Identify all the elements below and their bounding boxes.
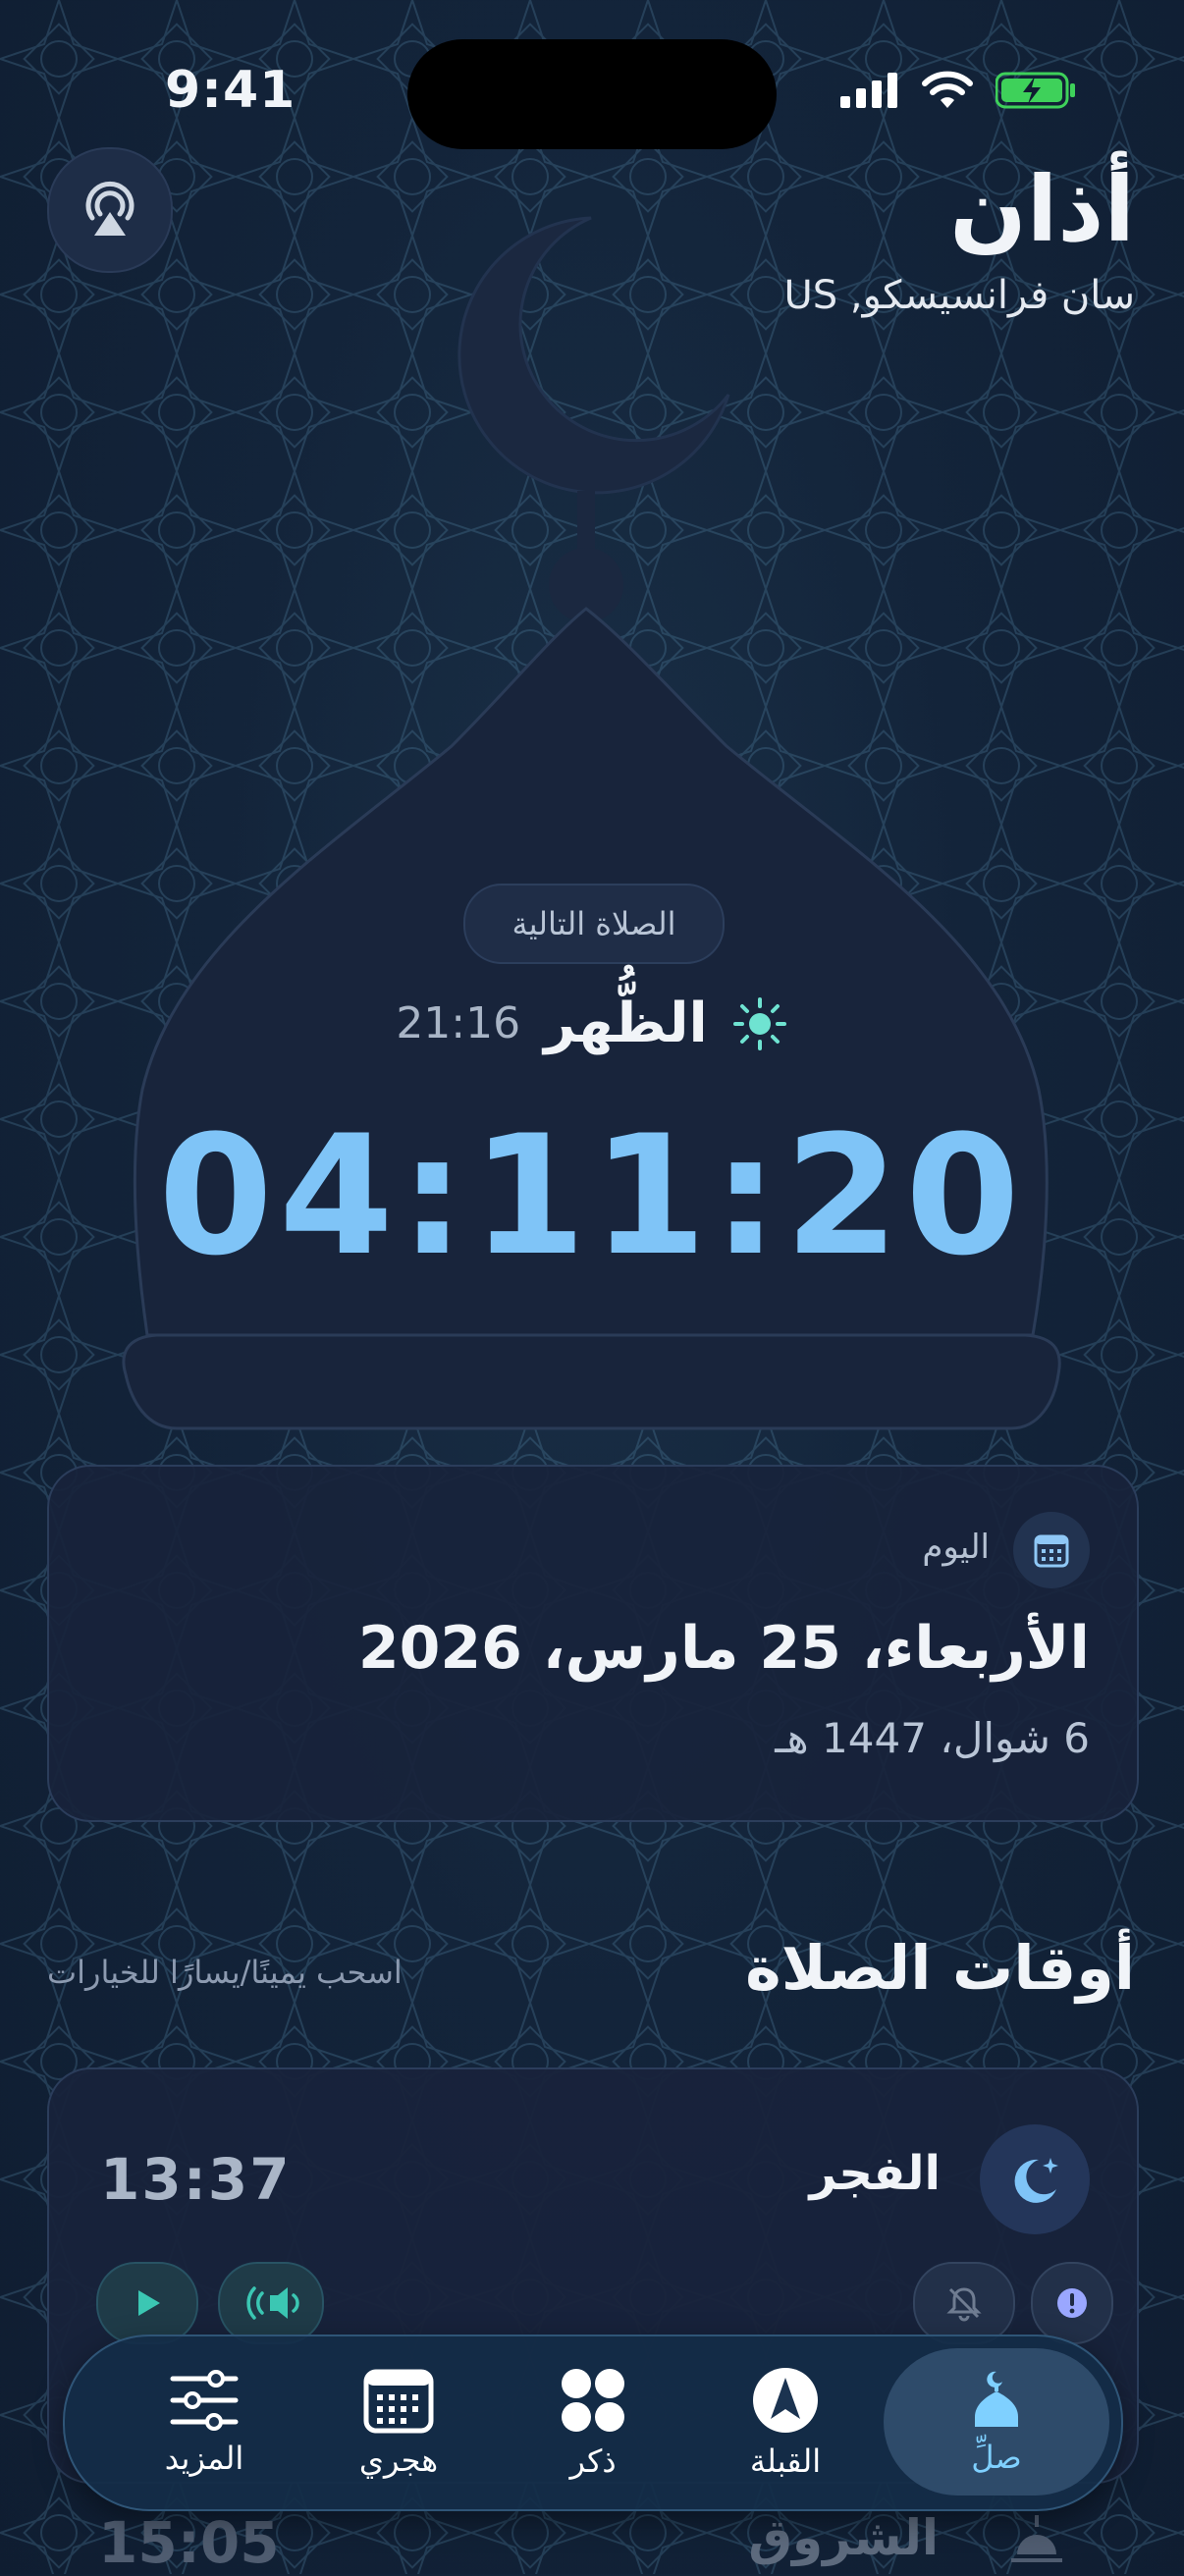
play-adhan-button[interactable] — [96, 2262, 198, 2344]
prayer-time: 13:37 — [100, 2146, 292, 2213]
mute-notification-button[interactable] — [913, 2262, 1015, 2344]
prayer-name-sunrise: الشروق — [748, 2509, 939, 2566]
next-prayer-time: 21:16 — [396, 998, 521, 1048]
signal-icon — [840, 73, 897, 108]
bottom-tab-bar: صلِّ القبلة ذكر هجري المزيد — [63, 2334, 1123, 2511]
today-label: اليوم — [922, 1528, 990, 1567]
tab-label: المزيد — [164, 2440, 244, 2477]
next-prayer-row: الظُّهر 21:16 — [0, 992, 1184, 1055]
hijri-date: 6 شوال، 1447 هـ — [775, 1714, 1090, 1762]
tab-label: صلِّ — [971, 2439, 1022, 2476]
status-time: 9:41 — [165, 61, 296, 120]
tab-qibla[interactable]: القبلة — [687, 2336, 884, 2509]
today-card: اليوم الأربعاء، 25 مارس، 2026 6 شوال، 14… — [47, 1465, 1139, 1822]
next-prayer-name: الظُّهر — [544, 992, 708, 1055]
adhan-sound-button[interactable] — [218, 2262, 324, 2344]
sliders-icon — [170, 2370, 239, 2431]
broadcast-button[interactable] — [47, 147, 173, 273]
sunrise-icon — [1011, 2515, 1062, 2562]
wifi-icon — [922, 71, 973, 108]
bell-slash-icon — [946, 2287, 982, 2322]
tab-more[interactable]: المزيد — [106, 2336, 302, 2509]
prayer-time-sunrise: 15:05 — [98, 2509, 280, 2576]
today-calendar-badge — [1013, 1512, 1090, 1588]
tab-label: هجري — [358, 2442, 439, 2479]
mosque-icon — [975, 2371, 1018, 2427]
tab-label: القبلة — [749, 2442, 822, 2480]
compass-icon — [753, 2368, 818, 2433]
battery-charging-icon — [996, 72, 1075, 109]
calendar-grid-icon — [363, 2369, 434, 2434]
sun-icon — [732, 996, 786, 1050]
tab-pray[interactable]: صلِّ — [884, 2348, 1109, 2496]
exclamation-icon — [1057, 2288, 1087, 2318]
status-icons — [840, 71, 1076, 110]
speaker-waves-icon — [246, 2286, 299, 2320]
countdown-timer: 04:11:20 — [158, 1100, 1026, 1292]
swipe-hint: اسحب يمينًا/يسارًا للخيارات — [47, 1954, 403, 1991]
beads-icon — [562, 2369, 624, 2432]
calendar-icon — [1034, 1534, 1069, 1568]
prayer-info-button[interactable] — [1031, 2262, 1113, 2344]
next-prayer-chip: الصلاة التالية — [463, 884, 725, 964]
location-label: سان فرانسيسكو, US — [783, 273, 1135, 318]
status-bar: 9:41 — [0, 0, 1184, 149]
tab-hijri[interactable]: هجري — [300, 2336, 497, 2509]
moon-stars-icon — [1014, 2158, 1058, 2203]
prayer-icon-badge — [980, 2124, 1090, 2234]
prayer-name: الفجر — [809, 2146, 941, 2201]
prayer-times-title: أوقات الصلاة — [745, 1932, 1135, 2004]
dynamic-island — [407, 39, 777, 149]
tab-dhikr[interactable]: ذكر — [495, 2336, 691, 2509]
tab-label: ذكر — [569, 2442, 617, 2480]
play-icon — [138, 2290, 160, 2316]
app-title: أذان — [949, 157, 1135, 262]
gregorian-date: الأربعاء، 25 مارس، 2026 — [357, 1614, 1090, 1683]
airplay-audio-icon — [85, 181, 135, 236]
